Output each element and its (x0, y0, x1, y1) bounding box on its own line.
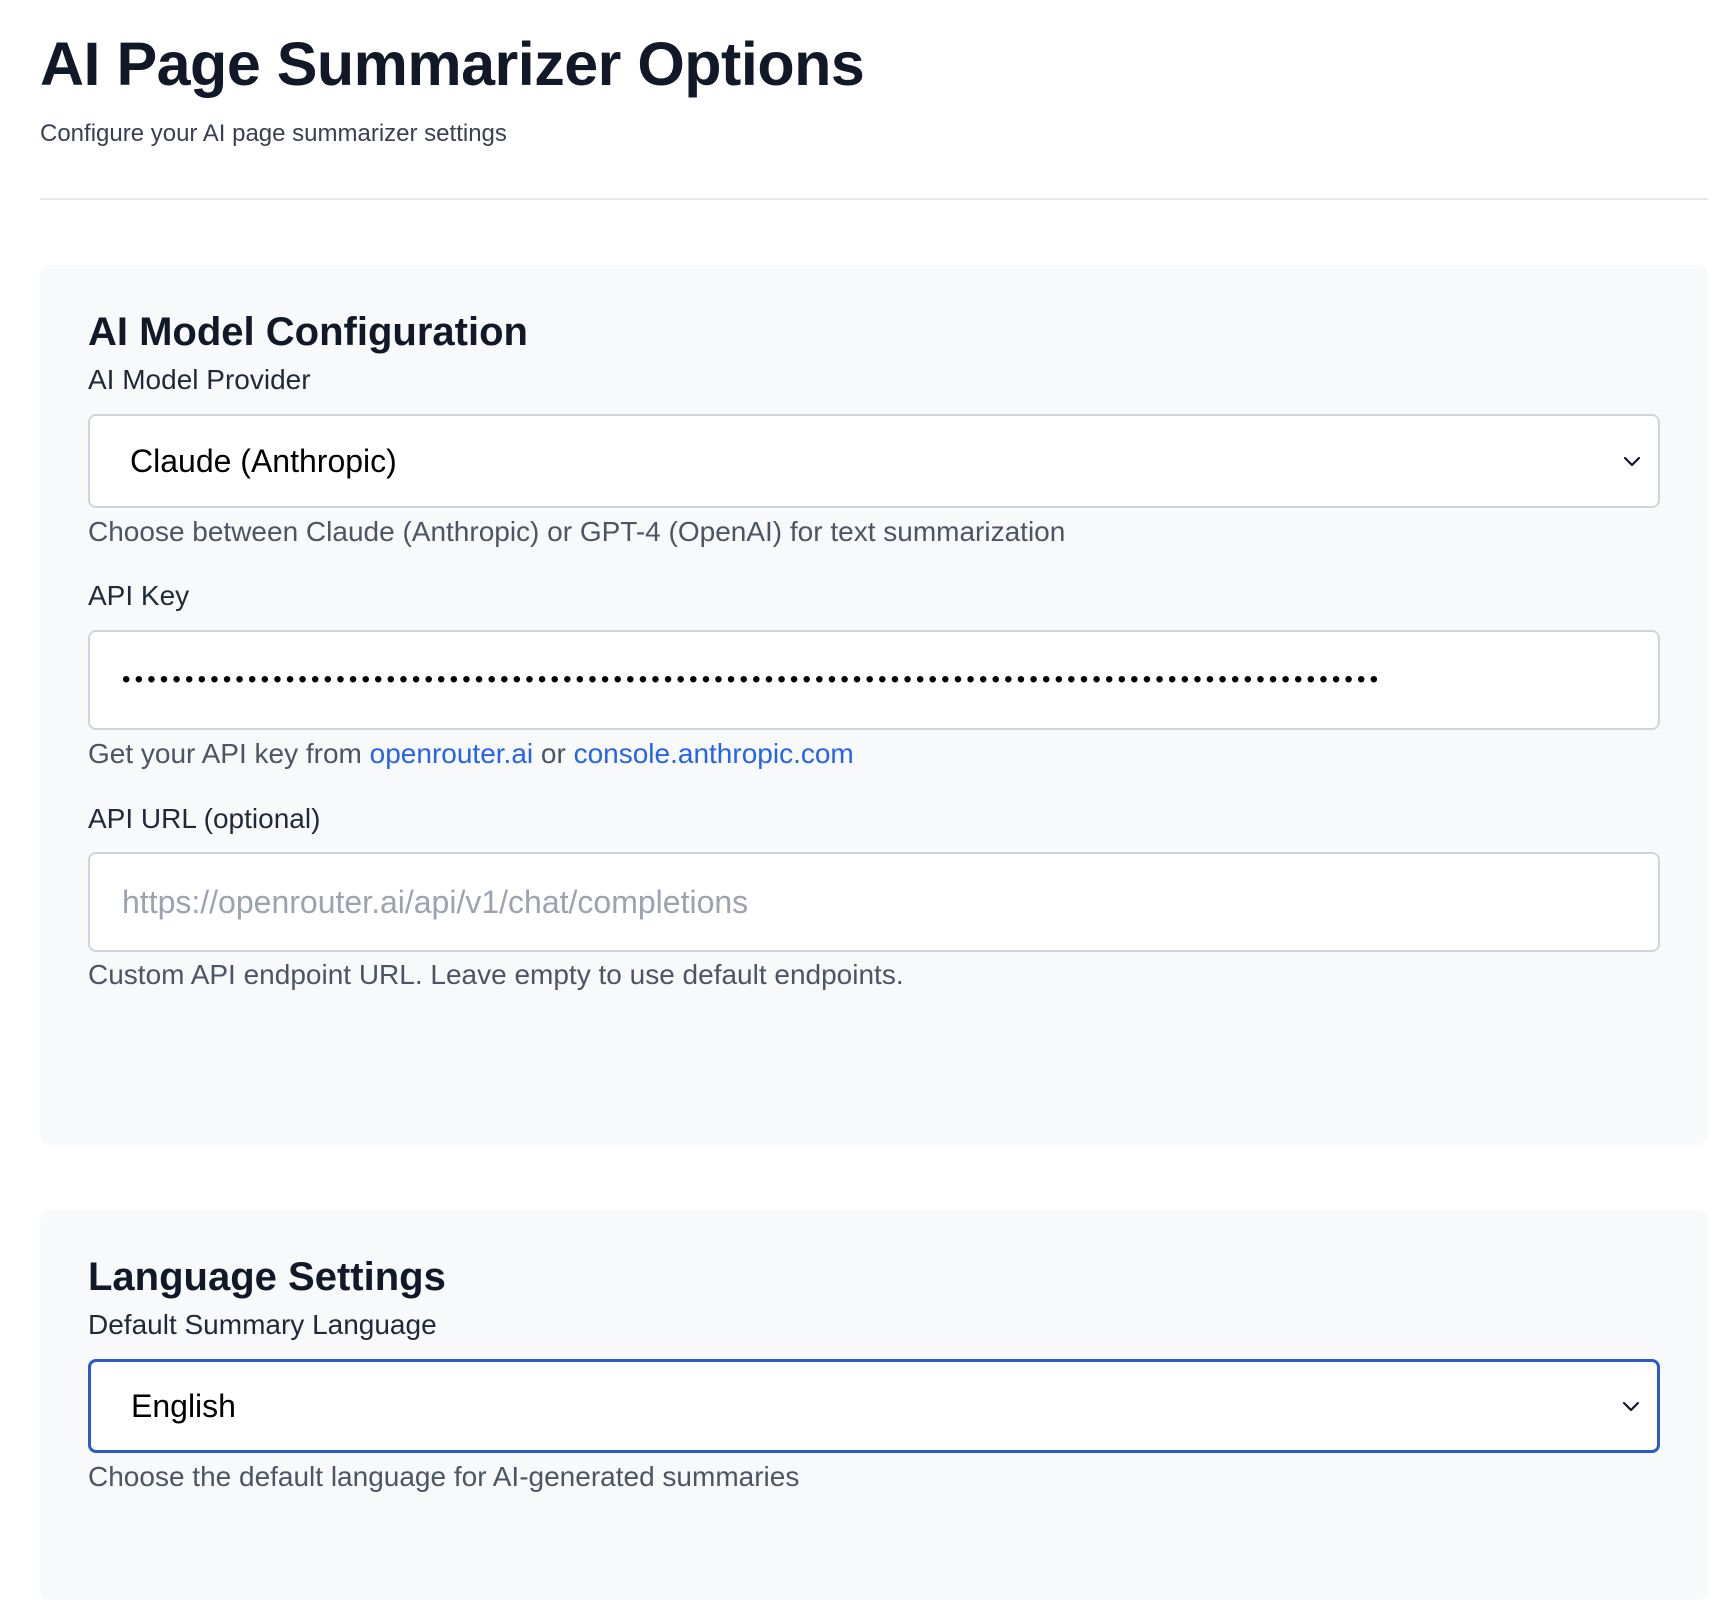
page-title: AI Page Summarizer Options (40, 30, 865, 98)
section-title-language: Language Settings (88, 1255, 446, 1299)
provider-select[interactable]: Claude (Anthropic) (88, 414, 1660, 508)
api-key-input[interactable]: ••••••••••••••••••••••••••••••••••••••••… (88, 630, 1660, 730)
provider-help-text: Choose between Claude (Anthropic) or GPT… (88, 516, 1066, 547)
section-title-ai-model: AI Model Configuration (88, 310, 528, 354)
api-key-help-middle: or (533, 738, 574, 769)
provider-selected-value: Claude (Anthropic) (130, 442, 397, 479)
api-key-masked-value: ••••••••••••••••••••••••••••••••••••••••… (122, 666, 1383, 693)
api-url-help-text: Custom API endpoint URL. Leave empty to … (88, 959, 904, 990)
page-subtitle: Configure your AI page summarizer settin… (40, 120, 507, 147)
api-key-label: API Key (88, 580, 190, 611)
chevron-down-icon (1622, 1401, 1640, 1412)
default-language-select[interactable]: English (88, 1359, 1660, 1453)
default-language-help-text: Choose the default language for AI-gener… (88, 1461, 800, 1492)
api-key-help-text: Get your API key from openrouter.ai or c… (88, 736, 854, 772)
default-language-selected-value: English (131, 1387, 236, 1424)
header-divider (40, 198, 1708, 200)
provider-label: AI Model Provider (88, 364, 311, 395)
openrouter-link[interactable]: openrouter.ai (370, 738, 533, 769)
ai-model-configuration-section: AI Model Configuration AI Model Provider… (40, 265, 1708, 1145)
chevron-down-icon (1623, 456, 1641, 467)
default-language-label: Default Summary Language (88, 1309, 437, 1340)
language-settings-section: Language Settings Default Summary Langua… (40, 1210, 1708, 1600)
api-key-help-prefix: Get your API key from (88, 738, 370, 769)
options-page: AI Page Summarizer Options Configure you… (0, 0, 1726, 1616)
anthropic-console-link[interactable]: console.anthropic.com (574, 738, 854, 769)
api-url-placeholder: https://openrouter.ai/api/v1/chat/comple… (122, 883, 749, 920)
api-url-input[interactable]: https://openrouter.ai/api/v1/chat/comple… (88, 852, 1660, 952)
api-url-label: API URL (optional) (88, 803, 321, 834)
